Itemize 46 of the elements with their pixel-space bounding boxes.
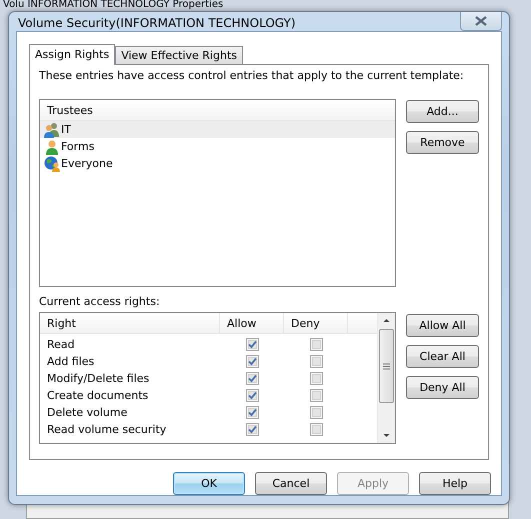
trustee-button[interactable]: Add... xyxy=(406,100,479,123)
checkbox[interactable] xyxy=(310,406,322,419)
column-header[interactable]: Trustees xyxy=(40,104,93,116)
right-name: Delete volume xyxy=(46,406,128,419)
checkbox[interactable] xyxy=(310,423,322,436)
right-name: Read volume security xyxy=(46,423,168,436)
close-button[interactable] xyxy=(460,12,502,31)
section-label: Current access rights: xyxy=(39,295,161,308)
column-header[interactable]: Allow xyxy=(220,313,284,333)
dialog-button[interactable]: Cancel xyxy=(255,472,327,495)
checkbox[interactable] xyxy=(246,423,258,436)
tab[interactable]: View Effective Rights xyxy=(115,46,243,64)
checkbox[interactable] xyxy=(246,355,258,368)
rights-button[interactable]: Clear All xyxy=(406,345,479,368)
rights-button[interactable]: Allow All xyxy=(406,314,479,337)
dialog-button[interactable]: OK xyxy=(173,472,245,495)
right-name: Add files xyxy=(46,355,96,368)
grip-icon xyxy=(383,362,390,370)
tab[interactable]: Assign Rights xyxy=(29,44,116,65)
trustee-button[interactable]: Remove xyxy=(406,131,479,154)
checkbox[interactable] xyxy=(310,389,322,402)
globe-user-icon xyxy=(44,156,60,172)
rights-button[interactable]: Deny All xyxy=(406,376,479,399)
user-icon xyxy=(44,138,60,154)
description-text: These entries have access control entries that apply to the current template: xyxy=(39,69,465,84)
column-header[interactable]: Deny xyxy=(284,313,348,333)
checkbox[interactable] xyxy=(310,372,322,385)
checkbox[interactable] xyxy=(246,389,258,402)
checkbox[interactable] xyxy=(310,355,322,368)
trustee-item[interactable]: IT xyxy=(40,121,395,138)
trustee-item[interactable]: Everyone xyxy=(40,155,395,172)
trustee-item[interactable]: Forms xyxy=(40,138,395,155)
checkbox[interactable] xyxy=(246,372,258,385)
right-name: Create documents xyxy=(46,389,150,402)
column-header[interactable]: Right xyxy=(40,313,220,333)
people-icon xyxy=(44,122,60,138)
dialog-button[interactable]: Help xyxy=(419,472,491,495)
scrollbar[interactable] xyxy=(377,313,395,443)
checkbox[interactable] xyxy=(246,338,258,351)
checkbox[interactable] xyxy=(246,406,258,419)
scroll-thumb[interactable] xyxy=(379,329,394,403)
right-name: Modify/Delete files xyxy=(46,372,150,385)
close-icon xyxy=(475,16,487,26)
right-name: Read xyxy=(46,338,76,351)
checkbox[interactable] xyxy=(310,338,322,351)
window-title: Volume Security(INFORMATION TECHNOLOGY) xyxy=(17,14,296,30)
